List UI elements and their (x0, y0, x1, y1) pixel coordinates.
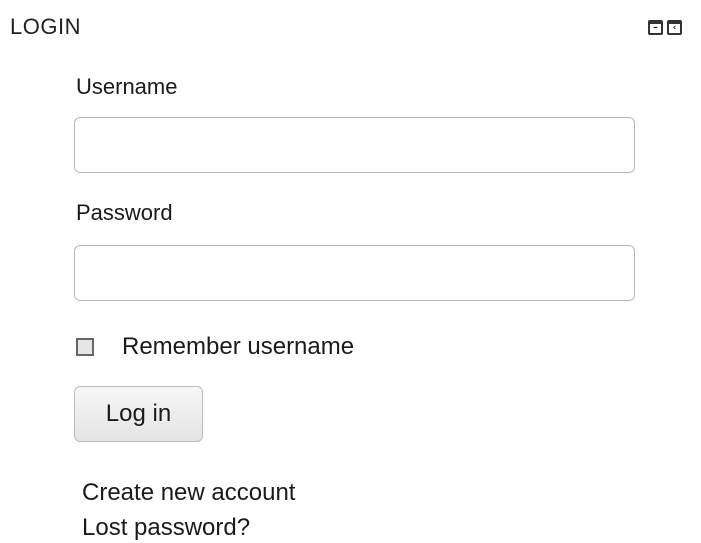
remember-checkbox[interactable] (76, 338, 94, 356)
login-block: LOGIN – ‹ Username Password Remember use… (0, 0, 701, 543)
minimize-icon[interactable]: – (648, 20, 663, 35)
block-controls: – ‹ (648, 20, 682, 35)
login-button[interactable]: Log in (74, 386, 203, 442)
username-input[interactable] (74, 117, 635, 173)
dock-icon[interactable]: ‹ (667, 20, 682, 35)
lost-password-link[interactable]: Lost password? (82, 514, 250, 542)
minimize-glyph: – (653, 22, 658, 33)
remember-row: Remember username (76, 333, 354, 361)
remember-label[interactable]: Remember username (122, 333, 354, 361)
password-label: Password (76, 200, 173, 225)
block-title: LOGIN (10, 14, 81, 39)
create-account-link[interactable]: Create new account (82, 479, 295, 507)
username-label: Username (76, 74, 178, 99)
dock-glyph: ‹ (672, 22, 677, 33)
password-input[interactable] (74, 245, 635, 301)
